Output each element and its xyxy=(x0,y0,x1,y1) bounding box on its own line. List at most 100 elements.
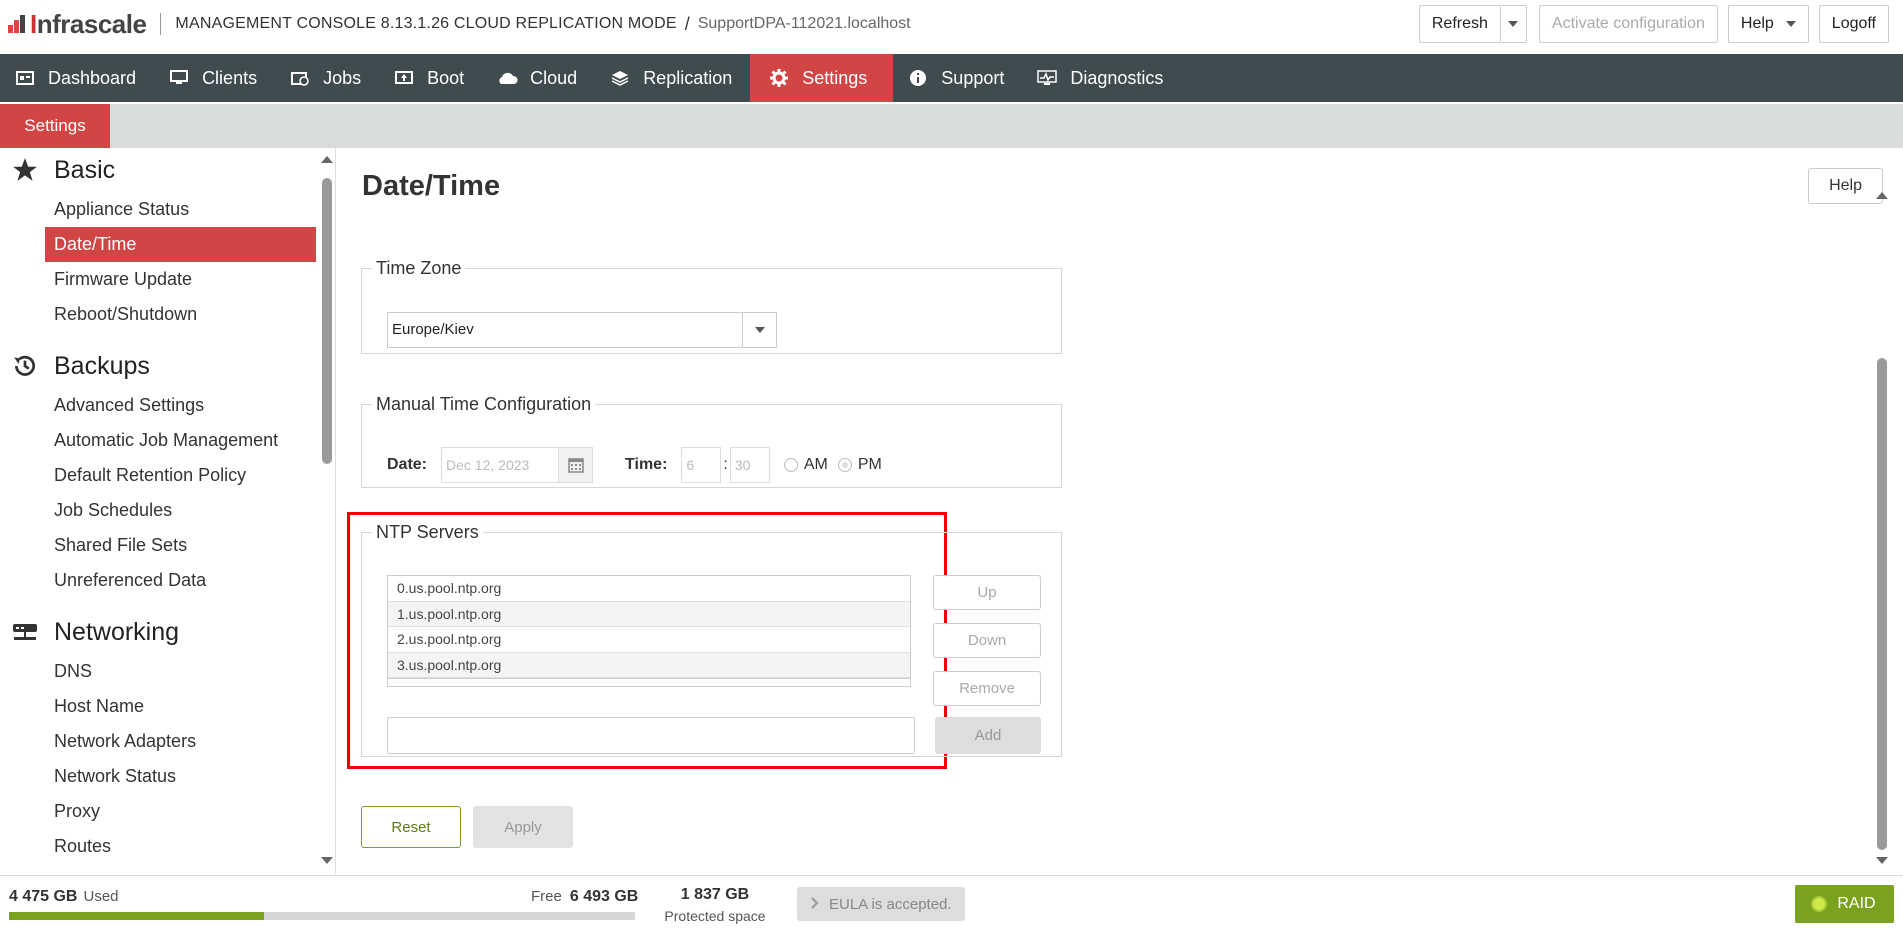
down-button[interactable]: Down xyxy=(933,623,1041,658)
nav-boot[interactable]: Boot xyxy=(379,54,482,102)
list-item[interactable]: 3.us.pool.ntp.org xyxy=(388,652,910,678)
list-item[interactable]: 0.us.pool.ntp.org xyxy=(388,576,910,602)
nav-diagnostics[interactable]: Diagnostics xyxy=(1022,54,1181,102)
header-divider xyxy=(160,13,162,35)
main-navigation: Dashboard Clients Jobs Boot Cloud Replic… xyxy=(0,54,1903,102)
remove-button[interactable]: Remove xyxy=(933,671,1041,706)
content-scrollbar[interactable] xyxy=(1875,188,1889,868)
sidebar-group-basic: Basic xyxy=(0,148,335,192)
used-value: 4 475 GB xyxy=(9,888,78,905)
tab-settings[interactable]: Settings xyxy=(0,104,110,148)
sidebar-item-shared-file-sets[interactable]: Shared File Sets xyxy=(0,528,335,563)
monitor-icon xyxy=(168,69,190,87)
apply-button[interactable]: Apply xyxy=(473,806,573,848)
nav-clients[interactable]: Clients xyxy=(154,54,275,102)
sidebar-item-automatic-job-management[interactable]: Automatic Job Management xyxy=(0,423,335,458)
ntp-servers-legend: NTP Servers xyxy=(376,522,479,542)
storage-usage-bar xyxy=(9,912,635,920)
boot-icon xyxy=(393,69,415,87)
reset-button[interactable]: Reset xyxy=(361,806,461,848)
sidebar-item-default-retention-policy[interactable]: Default Retention Policy xyxy=(0,458,335,493)
am-radio[interactable] xyxy=(783,458,798,472)
scroll-up-icon[interactable] xyxy=(1876,192,1888,199)
sidebar-item-routes[interactable]: Routes xyxy=(0,829,335,864)
info-icon xyxy=(907,69,929,87)
sidebar-item-network-status[interactable]: Network Status xyxy=(0,759,335,794)
storage-usage-fill xyxy=(9,912,265,920)
raid-status-button[interactable]: RAID xyxy=(1795,885,1894,923)
replication-icon xyxy=(609,69,631,87)
calendar-icon[interactable] xyxy=(559,447,594,483)
chevron-down-icon[interactable] xyxy=(742,313,776,347)
sidebar-item-date-time[interactable]: Date/Time xyxy=(45,227,316,262)
add-button[interactable]: Add xyxy=(935,717,1041,754)
sidebar-scrollbar[interactable] xyxy=(319,148,333,874)
sidebar-group-backups: Backups xyxy=(0,344,335,388)
hour-input[interactable]: 6 xyxy=(681,447,722,483)
sidebar-scroll-thumb[interactable] xyxy=(322,178,332,464)
nav-dashboard-label: Dashboard xyxy=(48,67,137,88)
help-menu-button[interactable]: Help xyxy=(1727,5,1809,43)
scroll-up-icon[interactable] xyxy=(321,156,333,163)
sidebar-group-networking: Networking xyxy=(0,610,335,654)
protected-value: 1 837 GB xyxy=(680,886,750,903)
time-zone-select[interactable]: Europe/Kiev xyxy=(387,312,777,348)
refresh-split-button: Refresh xyxy=(1418,5,1527,43)
sidebar-item-appliance-status[interactable]: Appliance Status xyxy=(0,192,335,227)
activate-configuration-button[interactable]: Activate configuration xyxy=(1538,5,1718,43)
sidebar-group-label: Backups xyxy=(54,351,150,380)
list-item[interactable]: 1.us.pool.ntp.org xyxy=(388,601,910,627)
nav-support[interactable]: Support xyxy=(893,54,1022,102)
pm-radio[interactable] xyxy=(837,458,852,472)
nav-clients-label: Clients xyxy=(202,67,258,88)
sidebar-item-unreferenced-data[interactable]: Unreferenced Data xyxy=(0,563,335,598)
refresh-dropdown-button[interactable] xyxy=(1500,5,1527,43)
sidebar-item-network-adapters[interactable]: Network Adapters xyxy=(0,724,335,759)
logoff-button[interactable]: Logoff xyxy=(1818,5,1889,43)
time-zone-legend: Time Zone xyxy=(376,258,462,278)
section-tab-bar: Settings xyxy=(0,104,1903,148)
protected-label: Protected space xyxy=(664,908,766,924)
nav-settings[interactable]: Settings xyxy=(750,54,894,102)
diagnostics-icon xyxy=(1036,69,1058,87)
logo-text: Infrascale xyxy=(30,8,147,39)
nav-replication[interactable]: Replication xyxy=(595,54,750,102)
nav-dashboard[interactable]: Dashboard xyxy=(0,54,154,102)
sidebar-item-job-schedules[interactable]: Job Schedules xyxy=(0,493,335,528)
minute-input[interactable]: 30 xyxy=(729,447,770,483)
sidebar-item-proxy[interactable]: Proxy xyxy=(0,794,335,829)
nav-cloud[interactable]: Cloud xyxy=(482,54,595,102)
eula-status-button[interactable]: EULA is accepted. xyxy=(797,887,965,921)
nav-diagnostics-label: Diagnostics xyxy=(1070,67,1164,88)
ntp-server-input[interactable] xyxy=(387,717,915,754)
refresh-button[interactable]: Refresh xyxy=(1418,5,1501,43)
jobs-icon xyxy=(289,69,311,87)
help-menu-label: Help xyxy=(1740,15,1774,32)
status-footer: 4 475 GB Used Free 6 493 GB 1 837 GB Prote… xyxy=(0,875,1903,929)
ntp-server-list[interactable]: 0.us.pool.ntp.org 1.us.pool.ntp.org 2.us… xyxy=(387,575,911,687)
chevron-down-icon xyxy=(1785,21,1796,27)
sidebar-item-host-name[interactable]: Host Name xyxy=(0,689,335,724)
list-item[interactable]: 2.us.pool.ntp.org xyxy=(388,627,910,653)
time-zone-section: Time Zone Europe/Kiev xyxy=(361,258,1062,354)
manual-time-row: Date: Dec 12, 2023 Time: 6 : 30 AM PM xyxy=(387,447,882,483)
scroll-down-icon[interactable] xyxy=(1876,857,1888,864)
infrascale-logo: Infrascale xyxy=(8,8,147,40)
time-zone-value: Europe/Kiev xyxy=(392,321,474,338)
up-button[interactable]: Up xyxy=(933,575,1041,610)
scroll-down-icon[interactable] xyxy=(321,857,333,864)
help-button[interactable]: Help xyxy=(1808,168,1883,204)
sidebar-group-label: Networking xyxy=(54,617,180,646)
nav-jobs[interactable]: Jobs xyxy=(275,54,379,102)
date-input[interactable]: Dec 12, 2023 xyxy=(441,447,560,483)
sidebar-item-advanced-settings[interactable]: Advanced Settings xyxy=(0,388,335,423)
content-scroll-thumb[interactable] xyxy=(1877,358,1887,850)
sidebar-item-firmware-update[interactable]: Firmware Update xyxy=(0,262,335,297)
sidebar-item-reboot-shutdown[interactable]: Reboot/Shutdown xyxy=(0,297,335,332)
free-space: Free 6 493 GB xyxy=(531,888,638,906)
top-actions: Refresh Activate configuration Help Logo… xyxy=(1418,5,1889,43)
network-icon xyxy=(10,617,40,647)
chevron-right-icon xyxy=(811,896,819,913)
sidebar-item-dns[interactable]: DNS xyxy=(0,654,335,689)
host-name: SupportDPA-112021.localhost xyxy=(697,15,911,32)
